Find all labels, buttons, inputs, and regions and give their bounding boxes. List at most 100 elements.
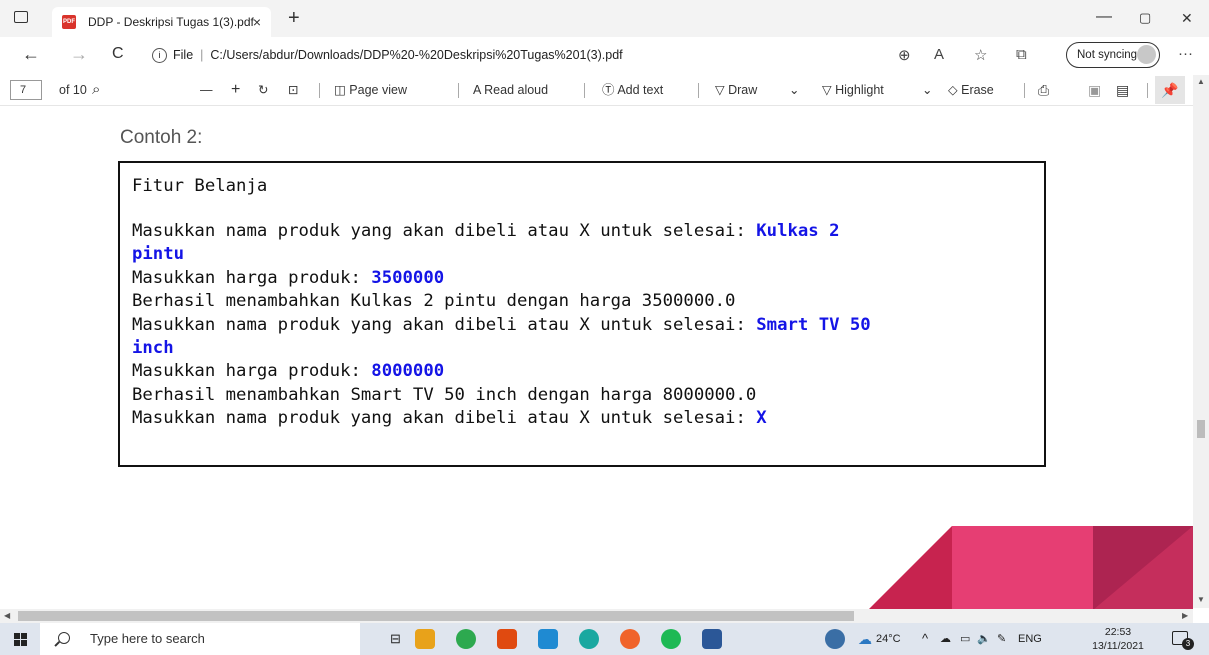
add-text-button[interactable]: Ⓣ Add text xyxy=(602,75,663,105)
maximize-button[interactable]: ▢ xyxy=(1139,10,1151,26)
search-icon[interactable]: ⌕ xyxy=(92,75,100,105)
zoom-out-button[interactable]: — xyxy=(200,75,213,105)
pin-icon: 📌 xyxy=(1161,82,1179,98)
read-aloud-button[interactable]: A Read aloud xyxy=(473,75,548,105)
console-line: Berhasil menambahkan Smart TV 50 inch de… xyxy=(132,385,756,406)
console-text: Berhasil menambahkan Smart TV 50 inch de… xyxy=(132,384,757,405)
console-text: Berhasil menambahkan Kulkas 2 pintu deng… xyxy=(132,291,736,312)
console-user-input: X xyxy=(756,408,767,429)
chrome-icon[interactable] xyxy=(456,629,476,649)
highlight-icon: ▽ xyxy=(822,83,832,97)
section-heading: Contoh 2: xyxy=(120,127,203,148)
page-number-input[interactable]: 7 xyxy=(10,80,42,100)
save-as-icon[interactable]: ▤ xyxy=(1116,75,1129,105)
tab-actions-icon[interactable] xyxy=(14,11,28,23)
spotify-icon[interactable] xyxy=(661,629,681,649)
windows-start-icon[interactable] xyxy=(14,633,27,646)
volume-icon[interactable]: 🔈 xyxy=(977,623,991,655)
page-total: of 10 xyxy=(59,83,87,97)
rotate-icon[interactable]: ↻ xyxy=(258,75,268,105)
vscode-icon[interactable] xyxy=(538,629,558,649)
clock-time: 22:53 xyxy=(1104,626,1132,638)
back-button[interactable]: ← xyxy=(22,44,40,65)
console-user-input: 3500000 xyxy=(371,267,445,288)
console-line: Berhasil menambahkan Kulkas 2 pintu deng… xyxy=(132,291,735,312)
fit-page-icon[interactable]: ⊡ xyxy=(288,75,298,105)
tab-close-icon[interactable]: × xyxy=(253,7,261,37)
office-icon[interactable] xyxy=(497,629,517,649)
battery-icon[interactable]: ▭ xyxy=(960,623,970,655)
console-line: Masukkan nama produk yang akan dibeli at… xyxy=(132,315,871,336)
console-user-input: Kulkas 2 xyxy=(756,221,840,241)
draw-chevron-icon[interactable]: ⌄ xyxy=(789,75,799,105)
avatar xyxy=(1137,45,1156,64)
url-text[interactable]: C:/Users/abdur/Downloads/DDP%20-%20Deskr… xyxy=(210,48,622,62)
edge-icon[interactable] xyxy=(579,629,599,649)
read-aloud-icon[interactable]: A xyxy=(934,46,944,63)
zoom-icon[interactable]: ⊕ xyxy=(898,46,911,64)
console-line: Fitur Belanja xyxy=(132,176,267,197)
tab-strip: PDF DDP - Deskripsi Tugas 1(3).pdf × + —… xyxy=(0,0,1209,37)
console-line: pintu xyxy=(132,244,184,265)
horizontal-scrollbar[interactable]: ◀ ▶ xyxy=(0,609,1193,623)
onedrive-icon[interactable]: ☁ xyxy=(940,623,951,655)
taskbar-search-input[interactable]: Type here to search xyxy=(40,623,360,655)
word-icon[interactable] xyxy=(702,629,722,649)
system-clock[interactable]: 22:53 13/11/2021 xyxy=(1090,625,1146,653)
page-view-button[interactable]: ◫ Page view xyxy=(334,75,407,105)
draw-button[interactable]: ▽ Draw xyxy=(715,75,757,105)
help-icon[interactable] xyxy=(825,629,845,649)
forward-button[interactable]: → xyxy=(70,44,88,65)
address-toolbar: ← → C i File | C:/Users/abdur/Downloads/DDP… xyxy=(0,37,1209,76)
highlight-button[interactable]: ▽ Highlight xyxy=(822,75,884,105)
console-line: inch xyxy=(132,338,174,359)
profile-sync-button[interactable]: Not syncing xyxy=(1066,42,1160,68)
pin-toolbar-button[interactable]: 📌 xyxy=(1155,76,1185,104)
erase-button[interactable]: ◇ Erase xyxy=(948,75,994,105)
console-text: Masukkan nama produk yang akan dibeli at… xyxy=(132,221,757,241)
save-icon[interactable]: ▣ xyxy=(1088,75,1101,105)
pdf-file-icon: PDF xyxy=(62,15,76,29)
vertical-scrollbar[interactable]: ▲ ▼ xyxy=(1193,75,1209,608)
info-icon[interactable]: i xyxy=(152,48,167,64)
console-user-input: pintu xyxy=(132,244,185,265)
console-text: Masukkan harga produk: xyxy=(132,267,372,288)
tray-chevron-icon[interactable]: ^ xyxy=(922,623,928,655)
pdf-page: Contoh 2: Fitur Belanja Masukkan nama pro… xyxy=(0,106,1193,609)
decorative-shape xyxy=(952,526,1093,609)
zoom-in-button[interactable]: + xyxy=(231,75,240,105)
console-user-input: Smart TV 50 xyxy=(756,314,871,335)
collections-icon[interactable]: ⧉ xyxy=(1016,46,1027,63)
task-view-icon[interactable]: ⊟ xyxy=(390,623,401,655)
console-user-input: inch xyxy=(132,338,174,358)
clock-date: 13/11/2021 xyxy=(1092,640,1144,652)
console-line: Masukkan nama produk yang akan dibeli at… xyxy=(132,408,767,429)
vertical-scroll-thumb[interactable] xyxy=(1197,420,1205,438)
file-explorer-icon[interactable] xyxy=(415,629,435,649)
console-user-input: 8000000 xyxy=(371,361,445,382)
refresh-button[interactable]: C xyxy=(112,45,124,63)
add-text-icon: Ⓣ xyxy=(602,83,615,97)
windows-taskbar: Type here to search ⊟ ☁ 24°C ^ ☁ ▭ 🔈 ✎ E… xyxy=(0,623,1209,655)
tab-active[interactable]: PDF DDP - Deskripsi Tugas 1(3).pdf × xyxy=(52,7,271,37)
close-window-button[interactable]: ✕ xyxy=(1181,10,1193,27)
address-field[interactable]: i File | C:/Users/abdur/Downloads/DDP%20-%2… xyxy=(152,43,623,67)
weather-temperature[interactable]: 24°C xyxy=(876,623,901,655)
firefox-icon[interactable] xyxy=(620,629,640,649)
print-icon[interactable]: ⎙ xyxy=(1038,75,1049,105)
scheme-label: File xyxy=(173,48,194,62)
more-menu-button[interactable]: ··· xyxy=(1178,45,1193,62)
new-tab-button[interactable]: + xyxy=(288,7,300,30)
read-aloud-icon: A xyxy=(473,83,481,97)
console-output-box: Fitur Belanja Masukkan nama produk yang a… xyxy=(118,161,1046,467)
highlight-chevron-icon[interactable]: ⌄ xyxy=(922,75,932,105)
language-indicator[interactable]: ENG xyxy=(1018,623,1042,655)
weather-icon[interactable]: ☁ xyxy=(858,623,872,655)
minimize-button[interactable]: — xyxy=(1096,8,1112,26)
favorites-icon[interactable]: ☆ xyxy=(974,46,987,64)
console-text: Fitur Belanja xyxy=(132,176,268,196)
eraser-icon: ◇ xyxy=(948,83,958,97)
sync-label: Not syncing xyxy=(1077,49,1138,61)
pen-icon[interactable]: ✎ xyxy=(997,623,1006,655)
horizontal-scroll-thumb[interactable] xyxy=(18,611,854,621)
